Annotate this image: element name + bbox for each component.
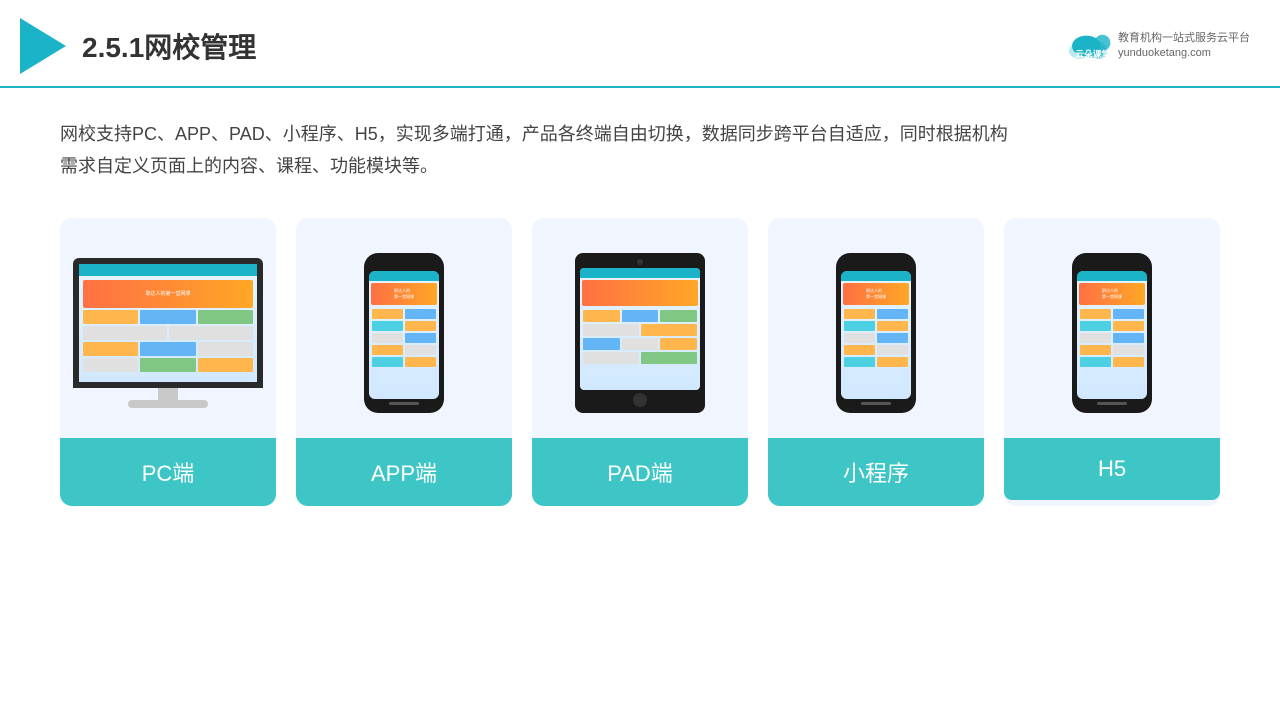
brand-tagline: 教育机构一站式服务云平台 (1118, 31, 1250, 46)
card-pad-image (532, 218, 748, 438)
header-left: 2.5.1网校管理 (20, 18, 256, 74)
main-content: 网校支持PC、APP、PAD、小程序、H5，实现多端打通，产品各终端自由切换，数… (0, 88, 1280, 526)
pc-mockup: 职达人的第一堂网课 (73, 258, 263, 408)
card-pc: 职达人的第一堂网课 (60, 218, 276, 506)
header: 2.5.1网校管理 云朵课堂 教育机构一站式服务云平台 yunduoketang… (0, 0, 1280, 88)
svg-text:云朵课堂: 云朵课堂 (1075, 48, 1110, 59)
card-h5-image: 职达人的第一堂网课 (1004, 218, 1220, 438)
header-right: 云朵课堂 教育机构一站式服务云平台 yunduoketang.com (1064, 28, 1250, 64)
cards-container: 职达人的第一堂网课 (60, 218, 1220, 506)
phone-mockup-app: 职达人的第一堂网课 (364, 253, 444, 413)
page-title: 2.5.1网校管理 (82, 26, 256, 66)
logo-icon (20, 18, 66, 74)
card-app-label: APP端 (296, 438, 512, 506)
card-pc-image: 职达人的第一堂网课 (60, 218, 276, 438)
phone-mockup-h5: 职达人的第一堂网课 (1072, 253, 1152, 413)
card-app: 职达人的第一堂网课 (296, 218, 512, 506)
card-miniapp-image: 职达人的第一堂网课 (768, 218, 984, 438)
card-pc-label: PC端 (60, 438, 276, 506)
card-pad: PAD端 (532, 218, 748, 506)
card-h5-label: H5 (1004, 438, 1220, 500)
card-app-image: 职达人的第一堂网课 (296, 218, 512, 438)
card-miniapp-label: 小程序 (768, 438, 984, 506)
description-text: 网校支持PC、APP、PAD、小程序、H5，实现多端打通，产品各终端自由切换，数… (60, 118, 1220, 183)
brand-domain: yunduoketang.com (1118, 46, 1250, 61)
brand-text: 教育机构一站式服务云平台 yunduoketang.com (1118, 31, 1250, 62)
card-h5: 职达人的第一堂网课 (1004, 218, 1220, 506)
card-miniapp: 职达人的第一堂网课 (768, 218, 984, 506)
brand-logo: 云朵课堂 教育机构一站式服务云平台 yunduoketang.com (1064, 28, 1250, 64)
tablet-mockup (575, 253, 705, 413)
phone-mockup-miniapp: 职达人的第一堂网课 (836, 253, 916, 413)
card-pad-label: PAD端 (532, 438, 748, 506)
cloud-icon: 云朵课堂 (1064, 28, 1112, 64)
